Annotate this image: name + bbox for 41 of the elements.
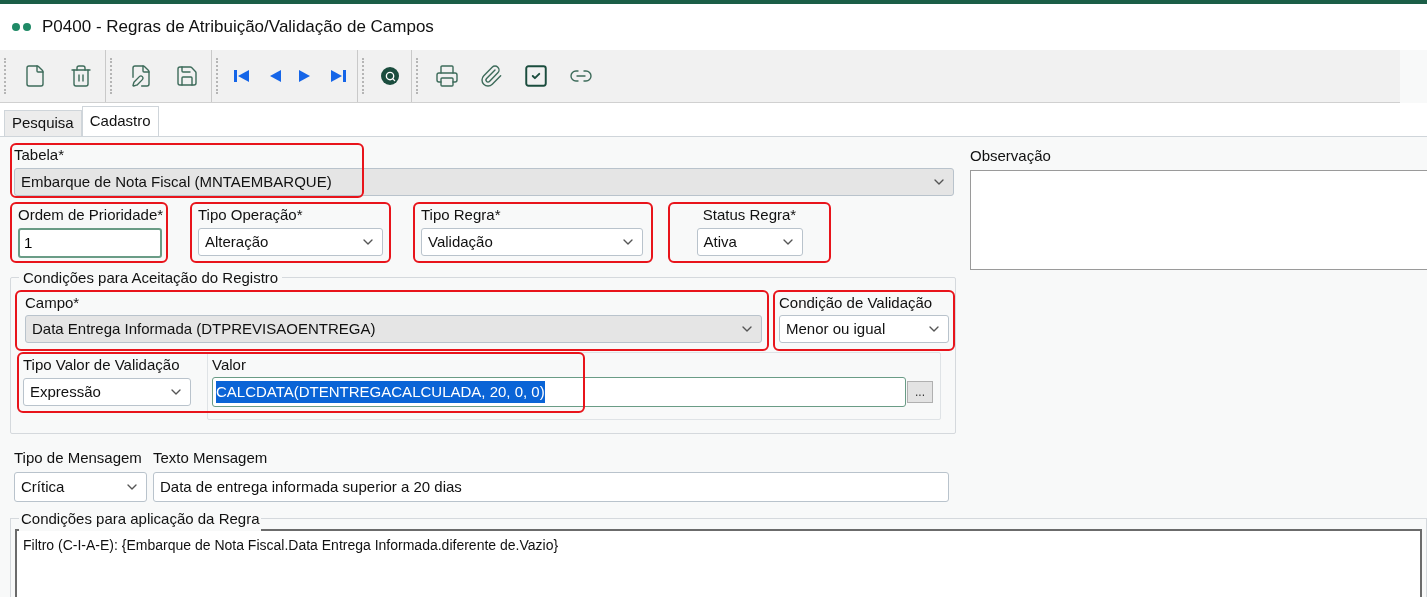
field-label: Condição de Validação xyxy=(779,293,934,313)
dropdown[interactable]: Validação xyxy=(421,228,643,256)
tab[interactable]: Pesquisa xyxy=(4,110,82,136)
field-label: Tipo Operação* xyxy=(198,205,304,225)
dropdown[interactable]: Alteração xyxy=(198,228,383,256)
field-label: Texto Mensagem xyxy=(153,448,269,468)
new-document-icon[interactable] xyxy=(23,64,47,88)
search-icon[interactable] xyxy=(381,67,399,85)
field-select[interactable]: Data Entrega Informada (DTPREVISAOENTREGA) xyxy=(25,315,762,343)
dropdown[interactable]: Expressão xyxy=(23,378,191,406)
app-logo-icon xyxy=(12,23,34,31)
edit-document-icon[interactable] xyxy=(129,64,153,88)
window-title: P0400 - Regras de Atribuição/Validação de Campos xyxy=(42,16,434,39)
input-field[interactable]: CALCDATA(DTENTREGACALCULADA, 20, 0, 0) xyxy=(212,377,906,407)
field-label: Tipo Regra* xyxy=(421,205,502,225)
filter-text: Filtro (C-I-A-E): {Embarque de Nota Fiscal.Data Entrega Informada.diferente de.Vazio} xyxy=(23,537,559,553)
print-icon[interactable] xyxy=(435,64,459,88)
browse-button[interactable]: ... xyxy=(907,381,933,403)
field-label: Tipo Valor de Validação xyxy=(23,355,181,375)
dropdown[interactable]: Menor ou igual xyxy=(779,315,949,343)
input-field[interactable]: 1 xyxy=(18,228,162,258)
field-value: CALCDATA(DTENTREGACALCULADA, 20, 0, 0) xyxy=(216,380,545,404)
tab[interactable]: Cadastro xyxy=(81,106,159,136)
text-area[interactable]: Filtro (C-I-A-E): {Embarque de Nota Fiscal.Data Entrega Informada.diferente de.Vazio} xyxy=(15,529,1422,597)
checkbox-icon[interactable] xyxy=(523,63,549,89)
trash-icon[interactable] xyxy=(69,64,93,88)
field-label: Observação xyxy=(970,146,1052,166)
field-label: Status Regra* xyxy=(702,205,797,225)
input-field[interactable]: Data de entrega informada superior a 20 dias xyxy=(153,472,949,502)
last-record-icon[interactable] xyxy=(329,69,347,83)
field-label: Tipo de Mensagem xyxy=(14,448,143,468)
dropdown[interactable]: Ativa xyxy=(696,228,803,256)
paperclip-icon[interactable] xyxy=(479,64,503,88)
field-label: Campo* xyxy=(25,293,81,313)
save-icon[interactable] xyxy=(175,64,199,88)
field-label: Tabela* xyxy=(14,145,66,165)
table-select[interactable]: Embarque de Nota Fiscal (MNTAEMBARQUE) xyxy=(14,168,954,196)
text-area[interactable] xyxy=(970,170,1427,270)
field-label: Valor xyxy=(212,355,247,375)
dropdown[interactable]: Crítica xyxy=(14,472,147,502)
first-record-icon[interactable] xyxy=(233,69,251,83)
